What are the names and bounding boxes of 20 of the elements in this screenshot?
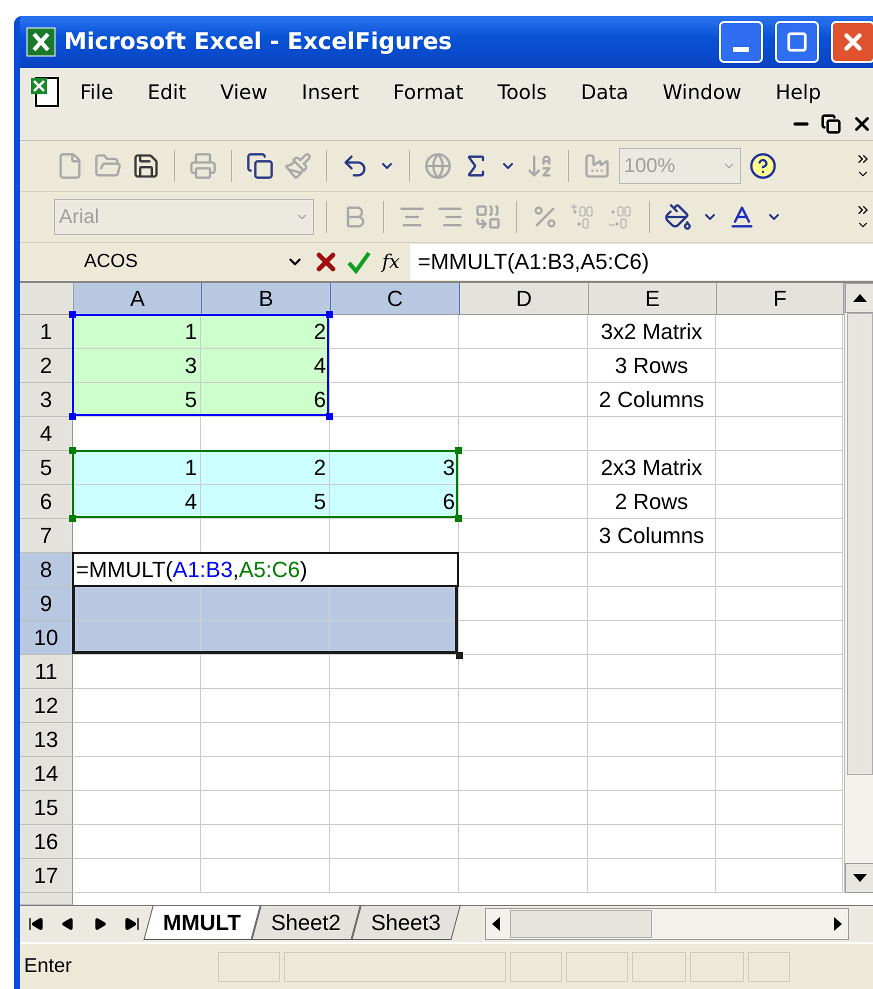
cell-text: 5	[314, 488, 326, 514]
cell-text: 2x3 Matrix	[600, 454, 702, 480]
cell-text: 3x2 Matrix	[600, 318, 702, 344]
cell-text: 4	[314, 352, 326, 378]
cell-text: 1	[184, 318, 197, 344]
cell-text: 1	[184, 454, 197, 480]
cell-text: 2 Columns	[598, 386, 704, 412]
cell-text: 5	[184, 386, 197, 412]
status-mode: Enter	[24, 955, 73, 978]
cell-text: 3	[184, 352, 197, 378]
cell-text: 4	[184, 488, 197, 514]
cell-text: 3	[442, 454, 455, 480]
window-title: Microsoft Excel - ExcelFigures	[64, 29, 454, 55]
cell-text: 2	[314, 318, 326, 344]
cell-text: 2 Rows	[614, 488, 688, 514]
cell-text: 3 Rows	[614, 352, 688, 378]
cell-text: 2	[314, 454, 326, 480]
cell-text: 3 Columns	[598, 522, 704, 548]
cell-text: 6	[314, 386, 326, 412]
cell-text: 6	[442, 488, 455, 514]
